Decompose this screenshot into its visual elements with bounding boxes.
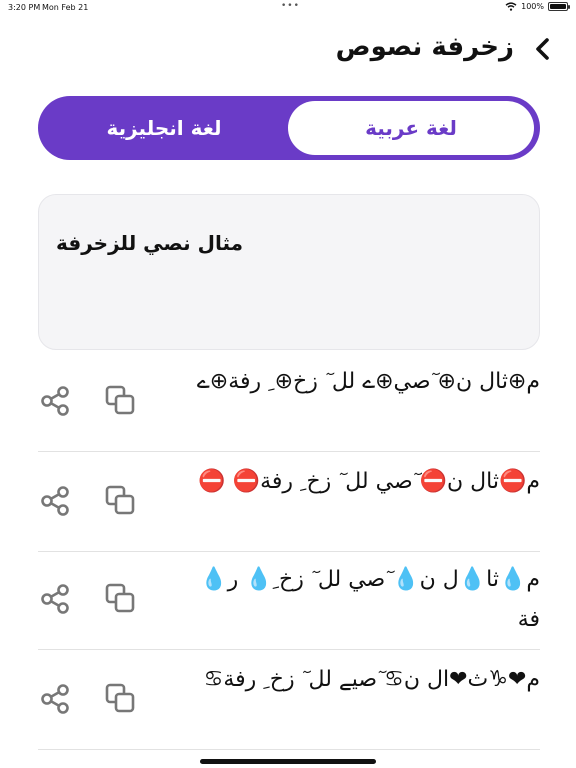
battery-percent: 100% (521, 2, 544, 11)
share-icon[interactable] (38, 384, 72, 418)
result-row: م⊕ثال ن⊕ ٓصي⊕ے لل ٓ زخ⊕ ِ رفة⊕ے (38, 352, 540, 452)
decorated-text: م❤♑ث❤ال ن♋ ٓصيے لل ٓ زخ ِ رفة♋ (203, 667, 540, 692)
multitasking-dots-icon[interactable]: ••• (281, 1, 300, 11)
language-segmented-control: لغة انجليزية لغة عربية (38, 96, 540, 160)
result-row: م⛔ثال ن⛔ ٓصي لل ٓ زخ ِ رفة⛔ ⛔ (38, 452, 540, 552)
decorated-text: م💧ثا💧ل ن💧 ٓصي لل ٓ زخ ِ💧 ر💧فة (200, 567, 540, 632)
status-date: Mon Feb 21 (42, 3, 89, 12)
status-bar: 3:20 PM Mon Feb 21 ••• 100% (0, 0, 576, 14)
copy-icon[interactable] (104, 682, 138, 716)
home-indicator[interactable] (200, 759, 376, 764)
share-icon[interactable] (38, 484, 72, 518)
battery-fill (550, 4, 566, 9)
text-input-value[interactable]: مثال نصي للزخرفة (56, 231, 243, 255)
decorated-text: م⛔ثال ن⛔ ٓصي لل ٓ زخ ِ رفة⛔ ⛔ (198, 469, 540, 494)
result-row: م💧ثا💧ل ن💧 ٓصي لل ٓ زخ ِ💧 ر💧فة (38, 550, 540, 650)
tab-english[interactable]: لغة انجليزية (38, 96, 290, 160)
status-time: 3:20 PM (8, 3, 41, 12)
text-input-card[interactable]: مثال نصي للزخرفة (38, 194, 540, 350)
share-icon[interactable] (38, 682, 72, 716)
tab-arabic[interactable]: لغة عربية (288, 101, 534, 155)
copy-icon[interactable] (104, 582, 138, 616)
battery-icon (548, 2, 570, 11)
copy-icon[interactable] (104, 484, 138, 518)
chevron-left-icon[interactable] (530, 36, 554, 62)
share-icon[interactable] (38, 582, 72, 616)
header: زخرفة نصوص (0, 30, 576, 70)
status-right: 100% (505, 2, 570, 11)
wifi-icon (505, 2, 517, 11)
page-title: زخرفة نصوص (335, 32, 514, 62)
copy-icon[interactable] (104, 384, 138, 418)
result-row: م❤♑ث❤ال ن♋ ٓصيے لل ٓ زخ ِ رفة♋ (38, 650, 540, 750)
decorated-text: م⊕ثال ن⊕ ٓصي⊕ے لل ٓ زخ⊕ ِ رفة⊕ے (196, 369, 540, 394)
